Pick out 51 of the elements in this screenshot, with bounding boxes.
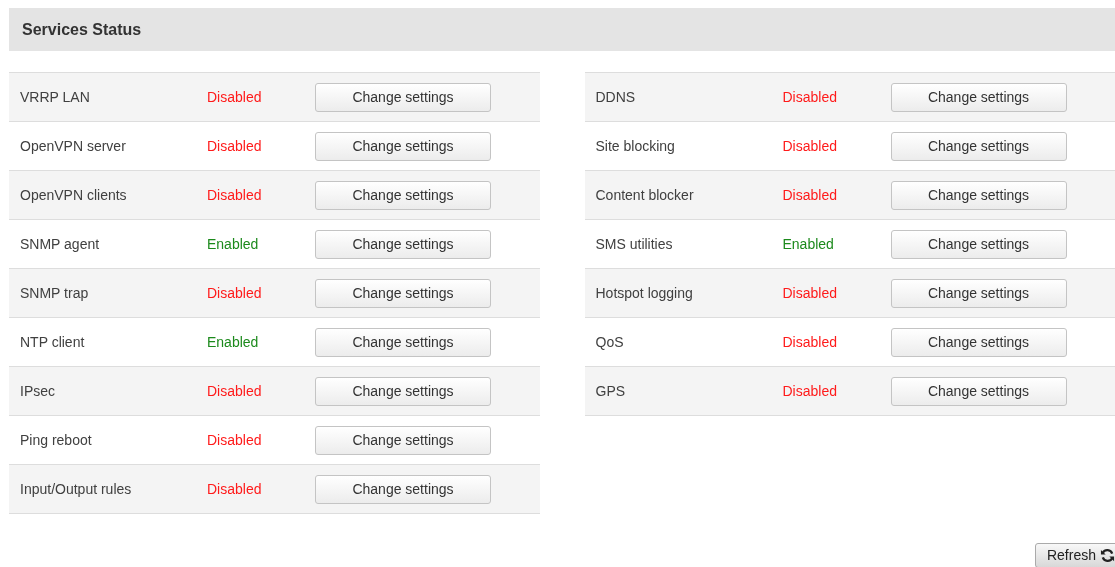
change-settings-button[interactable]: Change settings bbox=[890, 131, 1067, 161]
change-settings-button[interactable]: Change settings bbox=[315, 327, 491, 357]
service-name: Content blocker bbox=[594, 185, 695, 205]
service-status: Enabled bbox=[207, 332, 260, 352]
service-name: Ping reboot bbox=[19, 430, 93, 450]
service-name: Site blocking bbox=[594, 136, 676, 156]
service-status: Disabled bbox=[782, 87, 838, 107]
service-status: Enabled bbox=[782, 234, 835, 254]
change-settings-button[interactable]: Change settings bbox=[890, 327, 1067, 357]
service-status: Disabled bbox=[782, 381, 838, 401]
refresh-icon bbox=[1100, 548, 1115, 563]
service-name: NTP client bbox=[19, 332, 86, 352]
service-status: Disabled bbox=[782, 185, 838, 205]
change-settings-button[interactable]: Change settings bbox=[315, 474, 491, 504]
service-name: OpenVPN clients bbox=[19, 185, 128, 205]
change-settings-button[interactable]: Change settings bbox=[315, 229, 491, 259]
change-settings-button[interactable]: Change settings bbox=[315, 278, 491, 308]
change-settings-button[interactable]: Change settings bbox=[315, 82, 491, 112]
change-settings-button[interactable]: Change settings bbox=[315, 131, 491, 161]
change-settings-button[interactable]: Change settings bbox=[315, 180, 491, 210]
service-name: Input/Output rules bbox=[19, 479, 133, 499]
service-status: Disabled bbox=[782, 136, 838, 156]
section-title: Services Status bbox=[22, 19, 142, 40]
service-name: OpenVPN server bbox=[19, 136, 127, 156]
change-settings-button[interactable]: Change settings bbox=[890, 376, 1067, 406]
change-settings-button[interactable]: Change settings bbox=[890, 82, 1067, 112]
service-name: QoS bbox=[594, 332, 625, 352]
service-name: IPsec bbox=[19, 381, 56, 401]
service-status: Enabled bbox=[207, 234, 260, 254]
service-status: Disabled bbox=[207, 136, 263, 156]
service-status: Disabled bbox=[782, 332, 838, 352]
service-name: SNMP trap bbox=[19, 283, 90, 303]
service-status: Disabled bbox=[782, 283, 838, 303]
service-name: Hotspot logging bbox=[594, 283, 694, 303]
change-settings-button[interactable]: Change settings bbox=[315, 425, 491, 455]
refresh-button[interactable]: Refresh bbox=[1034, 543, 1115, 567]
service-status: Disabled bbox=[207, 87, 263, 107]
service-status: Disabled bbox=[207, 479, 263, 499]
change-settings-button[interactable]: Change settings bbox=[890, 278, 1067, 308]
service-name: VRRP LAN bbox=[19, 87, 91, 107]
service-status: Disabled bbox=[207, 381, 263, 401]
change-settings-button[interactable]: Change settings bbox=[890, 180, 1067, 210]
service-status: Disabled bbox=[207, 283, 263, 303]
service-name: SNMP agent bbox=[19, 234, 101, 254]
service-name: DDNS bbox=[594, 87, 637, 107]
service-status: Disabled bbox=[207, 430, 263, 450]
change-settings-button[interactable]: Change settings bbox=[315, 376, 491, 406]
change-settings-button[interactable]: Change settings bbox=[890, 229, 1067, 259]
service-status: Disabled bbox=[207, 185, 263, 205]
service-name: SMS utilities bbox=[594, 234, 674, 254]
service-name: GPS bbox=[594, 381, 627, 401]
